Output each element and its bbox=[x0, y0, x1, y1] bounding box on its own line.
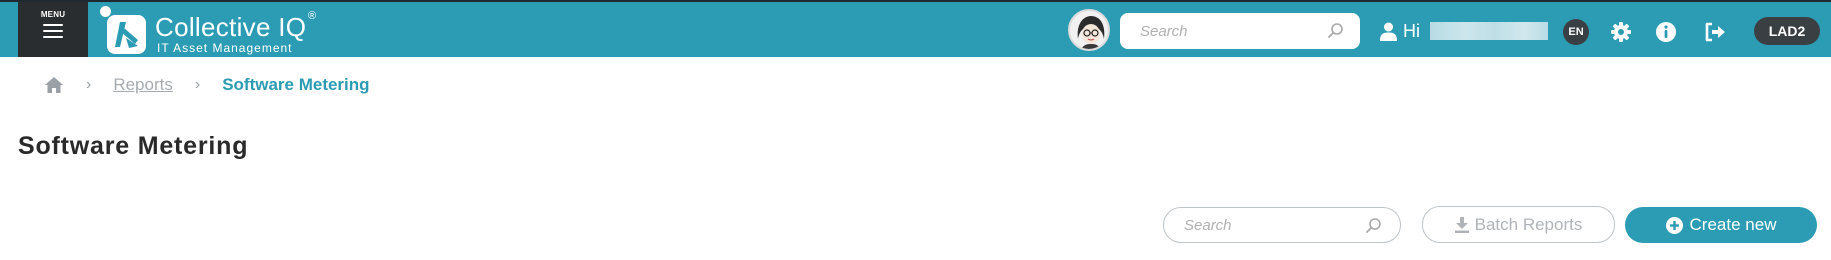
breadcrumb-separator: › bbox=[86, 76, 92, 93]
breadcrumb-link-reports[interactable]: Reports bbox=[113, 75, 173, 95]
brand-registered-mark: ® bbox=[308, 10, 317, 22]
gear-icon[interactable] bbox=[1609, 20, 1633, 44]
user-avatar[interactable] bbox=[1068, 9, 1110, 51]
top-bar: MENU Collective IQ ® IT Asset Management bbox=[0, 0, 1831, 57]
menu-button[interactable]: MENU bbox=[18, 2, 88, 57]
create-new-button[interactable]: Create new bbox=[1625, 207, 1817, 243]
user-name-redacted bbox=[1430, 22, 1548, 40]
brand-tagline: IT Asset Management bbox=[157, 41, 293, 55]
create-new-label: Create new bbox=[1689, 215, 1777, 234]
user-icon bbox=[1380, 22, 1397, 41]
logo-mark-icon bbox=[107, 15, 146, 54]
environment-badge[interactable]: LAD2 bbox=[1754, 17, 1820, 45]
global-search-input[interactable] bbox=[1120, 13, 1360, 49]
batch-reports-label: Batch Reports bbox=[1474, 214, 1583, 234]
page-title: Software Metering bbox=[18, 132, 249, 160]
logout-icon[interactable] bbox=[1703, 20, 1727, 44]
info-icon[interactable] bbox=[1654, 20, 1678, 44]
batch-reports-button[interactable]: Batch Reports bbox=[1422, 206, 1615, 243]
download-icon bbox=[1454, 216, 1469, 233]
home-icon[interactable] bbox=[44, 76, 64, 94]
brand-logo[interactable]: Collective IQ ® IT Asset Management bbox=[100, 6, 330, 56]
user-menu[interactable]: Hi bbox=[1380, 19, 1548, 43]
global-search bbox=[1120, 13, 1360, 49]
user-greeting: Hi bbox=[1403, 20, 1420, 41]
breadcrumb-current: Software Metering bbox=[222, 75, 370, 94]
search-icon[interactable] bbox=[1365, 217, 1382, 234]
breadcrumb-separator: › bbox=[194, 76, 201, 93]
list-search bbox=[1163, 207, 1401, 243]
menu-label: MENU bbox=[40, 10, 66, 19]
plus-circle-icon bbox=[1665, 216, 1683, 234]
search-icon[interactable] bbox=[1327, 22, 1344, 39]
brand-name: Collective IQ bbox=[155, 12, 307, 42]
breadcrumb: › Reports › Software Metering bbox=[44, 74, 370, 96]
hamburger-icon bbox=[43, 24, 63, 42]
language-selector[interactable]: EN bbox=[1563, 19, 1589, 45]
